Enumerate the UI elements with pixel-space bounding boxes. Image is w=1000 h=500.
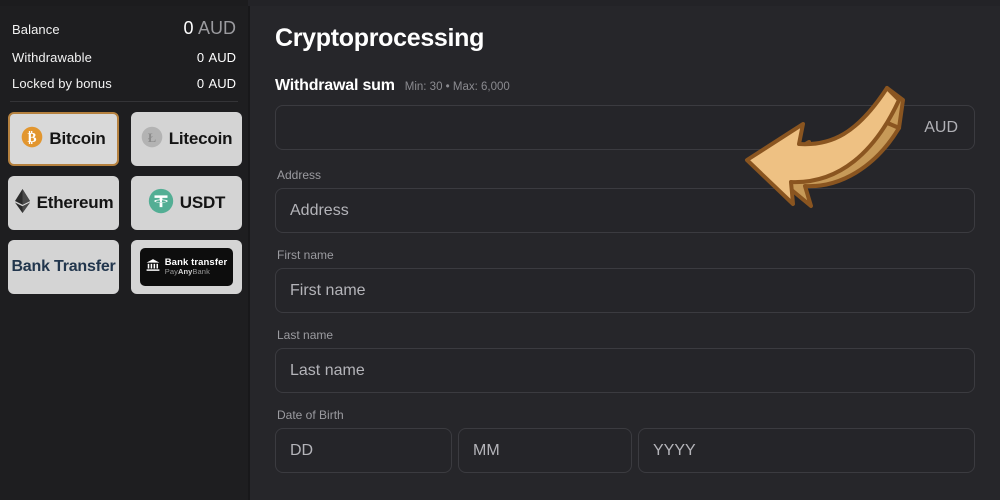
payment-method-usdt[interactable]: USDT bbox=[131, 176, 242, 230]
bitcoin-icon: ₿ bbox=[21, 126, 43, 153]
balance-label: Withdrawable bbox=[12, 50, 92, 65]
date-of-birth-label: Date of Birth bbox=[277, 408, 344, 422]
payanybank-brand: PayAnyBank bbox=[164, 267, 210, 277]
balance-row: Balance 0 AUD bbox=[10, 18, 238, 39]
balance-amount: 0 bbox=[196, 50, 205, 65]
balance-row: Locked by bonus 0 AUD bbox=[10, 75, 238, 93]
litecoin-icon: Ł bbox=[141, 126, 163, 153]
withdrawal-sum-limits: Min: 30 • Max: 6,000 bbox=[404, 81, 510, 93]
last-name-placeholder: Last name bbox=[290, 361, 365, 379]
withdrawal-amount-input[interactable]: AUD bbox=[275, 105, 975, 150]
currency-suffix: AUD bbox=[924, 118, 958, 136]
sidebar-divider-line bbox=[10, 101, 238, 102]
payment-method-label: Ethereum bbox=[36, 193, 114, 212]
ethereum-icon bbox=[14, 188, 31, 218]
payment-method-bitcoin[interactable]: ₿ Bitcoin bbox=[8, 112, 119, 166]
address-placeholder: Address bbox=[290, 201, 349, 219]
first-name-placeholder: First name bbox=[290, 281, 366, 299]
main-content: Cryptoprocessing Withdrawal sum Min: 30 … bbox=[250, 6, 1000, 500]
dob-month-placeholder: MM bbox=[473, 441, 500, 459]
address-label: Address bbox=[277, 168, 322, 182]
payment-method-bank-transfer[interactable]: Bank Transfer bbox=[8, 240, 119, 294]
balance-value: 0 AUD bbox=[184, 18, 236, 39]
payment-method-ethereum[interactable]: Ethereum bbox=[8, 176, 119, 230]
payment-method-payanybank[interactable]: Bank transfer PayAnyBank bbox=[131, 240, 242, 294]
date-of-birth-row: DD MM YYYY bbox=[275, 428, 975, 473]
payanybank-card: Bank transfer PayAnyBank bbox=[140, 248, 233, 286]
last-name-label: Last name bbox=[277, 328, 334, 342]
svg-text:₿: ₿ bbox=[28, 129, 37, 144]
page-title: Cryptoprocessing bbox=[275, 24, 485, 52]
balance-label: Locked by bonus bbox=[12, 76, 112, 91]
first-name-input[interactable]: First name bbox=[275, 268, 975, 313]
sidebar: Balance 0 AUD Withdrawable 0 AUD Locked … bbox=[0, 6, 248, 500]
balance-amount: 0 bbox=[196, 76, 205, 91]
dob-year-placeholder: YYYY bbox=[653, 441, 696, 459]
balance-currency: AUD bbox=[208, 76, 236, 91]
dob-year-input[interactable]: YYYY bbox=[638, 428, 975, 473]
dob-day-placeholder: DD bbox=[290, 441, 314, 459]
balance-value: 0 AUD bbox=[197, 75, 236, 93]
balance-row: Withdrawable 0 AUD bbox=[10, 49, 238, 67]
balance-currency: AUD bbox=[197, 18, 236, 38]
payment-method-grid: ₿ Bitcoin Ł Litecoin Ethereum USDT Bank … bbox=[0, 112, 248, 294]
payment-method-litecoin[interactable]: Ł Litecoin bbox=[131, 112, 242, 166]
balance-value: 0 AUD bbox=[197, 49, 236, 67]
withdrawal-page: Balance 0 AUD Withdrawable 0 AUD Locked … bbox=[0, 0, 1000, 500]
tether-icon bbox=[148, 188, 174, 219]
payment-method-label: Bank Transfer bbox=[11, 258, 116, 275]
balance-list: Balance 0 AUD Withdrawable 0 AUD Locked … bbox=[0, 6, 248, 93]
payment-method-label: Bitcoin bbox=[49, 129, 106, 148]
balance-currency: AUD bbox=[208, 50, 236, 65]
payment-method-label: USDT bbox=[179, 193, 226, 212]
balance-label: Balance bbox=[12, 22, 60, 37]
bank-icon bbox=[146, 258, 160, 277]
payanybank-text: Bank transfer PayAnyBank bbox=[165, 258, 228, 276]
address-input[interactable]: Address bbox=[275, 188, 975, 233]
balance-amount: 0 bbox=[183, 18, 194, 38]
payment-method-label: Litecoin bbox=[168, 129, 233, 148]
withdrawal-sum-header: Withdrawal sum Min: 30 • Max: 6,000 bbox=[275, 77, 975, 95]
last-name-input[interactable]: Last name bbox=[275, 348, 975, 393]
svg-text:Ł: Ł bbox=[148, 130, 156, 144]
dob-month-input[interactable]: MM bbox=[458, 428, 632, 473]
withdrawal-sum-title: Withdrawal sum bbox=[275, 77, 395, 94]
dob-day-input[interactable]: DD bbox=[275, 428, 452, 473]
first-name-label: First name bbox=[277, 248, 334, 262]
